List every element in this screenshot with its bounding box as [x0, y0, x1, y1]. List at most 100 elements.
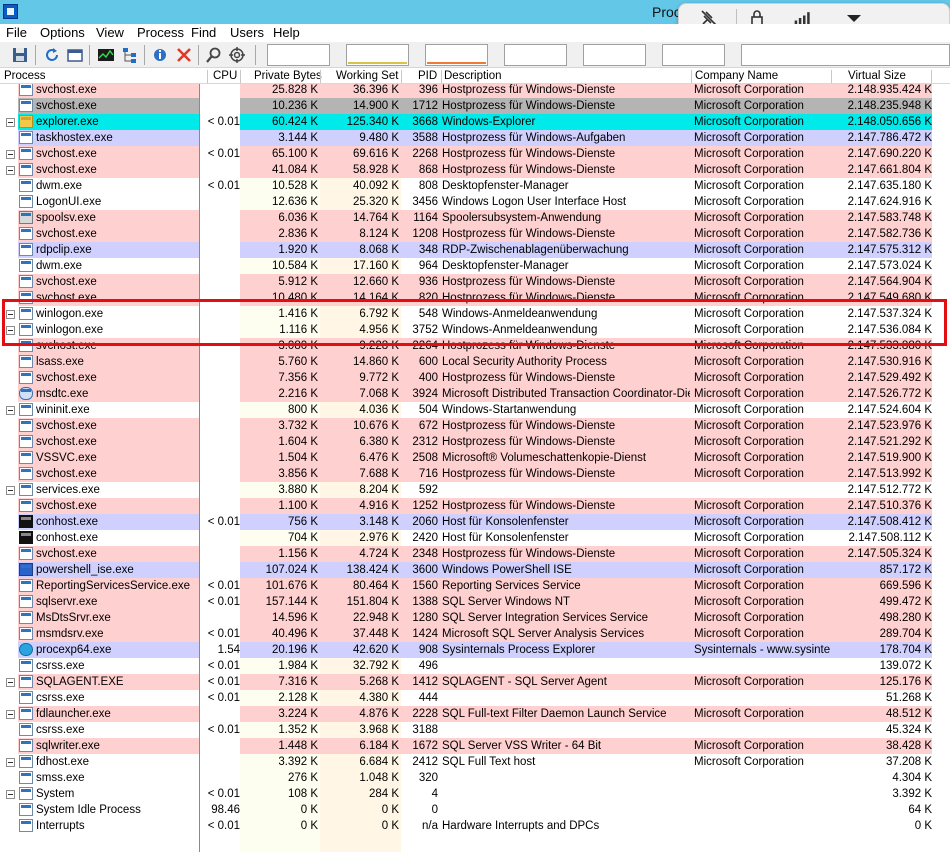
collapse-toggle-icon[interactable]	[6, 790, 15, 799]
process-icon	[19, 163, 33, 176]
collapse-toggle-icon[interactable]	[6, 118, 15, 127]
process-icon	[19, 643, 33, 656]
table-row[interactable]: services.exe 3.880 K 8.204 K 592 2.147.512.7…	[0, 482, 932, 498]
table-row[interactable]: svchost.exe 10.480 K 14.164 K 820 Hostprozes…	[0, 290, 932, 306]
process-name: conhost.exe	[36, 516, 99, 528]
io-graph[interactable]	[504, 44, 567, 66]
network-graph[interactable]	[583, 44, 646, 66]
table-row[interactable]: LogonUI.exe 12.636 K 25.320 K 3456 Windows L…	[0, 194, 932, 210]
menu-view[interactable]: View	[96, 25, 124, 40]
table-row[interactable]: taskhostex.exe 3.144 K 9.480 K 3588 Hostproz…	[0, 130, 932, 146]
table-row[interactable]: fdlauncher.exe 3.224 K 4.876 K 2228 SQL Full…	[0, 706, 932, 722]
collapse-toggle-icon[interactable]	[6, 150, 15, 159]
collapse-toggle-icon[interactable]	[6, 310, 15, 319]
table-row[interactable]: svchost.exe 1.604 K 6.380 K 2312 Hostprozess…	[0, 434, 932, 450]
table-row[interactable]: Interrupts < 0.01 0 K 0 K n/a Hardware Interr…	[0, 818, 932, 834]
collapse-toggle-icon[interactable]	[6, 326, 15, 335]
table-row[interactable]: dwm.exe < 0.01 10.528 K 40.092 K 808 Desktopf…	[0, 178, 932, 194]
table-row[interactable]: conhost.exe 704 K 2.976 K 2420 Host für Kons…	[0, 530, 932, 546]
col-working-set[interactable]: Working Set	[336, 70, 398, 82]
collapse-toggle-icon[interactable]	[6, 166, 15, 175]
table-row[interactable]: dwm.exe 10.584 K 17.160 K 964 Desktopfenster…	[0, 258, 932, 274]
vertical-scrollbar[interactable]	[932, 84, 950, 852]
save-icon[interactable]	[10, 45, 30, 65]
col-private-bytes[interactable]: Private Bytes	[254, 70, 322, 82]
table-row[interactable]: powershell_ise.exe 107.024 K 138.424 K 3600…	[0, 562, 932, 578]
pid-value: 908	[418, 644, 438, 656]
table-row[interactable]: svchost.exe 25.828 K 36.396 K 396 Hostprozes…	[0, 84, 932, 98]
menu-process[interactable]: Process	[137, 25, 184, 40]
collapse-toggle-icon[interactable]	[6, 710, 15, 719]
col-process[interactable]: Process	[4, 70, 46, 82]
col-cpu[interactable]: CPU	[213, 70, 237, 82]
process-icon	[19, 483, 33, 496]
table-row[interactable]: svchost.exe 3.856 K 7.688 K 716 Hostprozess …	[0, 466, 932, 482]
table-row[interactable]: System Idle Process 98.46 0 K 0 K 0 64 K	[0, 802, 932, 818]
table-row[interactable]: svchost.exe 1.156 K 4.724 K 2348 Hostprozess…	[0, 546, 932, 562]
table-row[interactable]: procexp64.exe 1.54 20.196 K 42.620 K 908 Sysi…	[0, 642, 932, 658]
collapse-toggle-icon[interactable]	[6, 406, 15, 415]
table-row[interactable]: csrss.exe < 0.01 1.352 K 3.968 K 3188 45.324 …	[0, 722, 932, 738]
col-pid[interactable]: PID	[418, 70, 437, 82]
disk-graph[interactable]	[662, 44, 725, 66]
table-row[interactable]: sqlservr.exe < 0.01 157.144 K 151.804 K 1388…	[0, 594, 932, 610]
col-virtual-size[interactable]: Virtual Size	[848, 70, 906, 82]
menu-users[interactable]: Users	[230, 25, 264, 40]
menu-help[interactable]: Help	[273, 25, 300, 40]
table-row[interactable]: smss.exe 276 K 1.048 K 320 4.304 K	[0, 770, 932, 786]
find-icon[interactable]	[204, 45, 224, 65]
collapse-toggle-icon[interactable]	[6, 758, 15, 767]
table-row[interactable]: svchost.exe 1.100 K 4.916 K 1252 Hostprozess…	[0, 498, 932, 514]
gpu-graph[interactable]	[741, 44, 950, 66]
table-row[interactable]: msmdsrv.exe < 0.01 40.496 K 37.448 K 1424 Mic…	[0, 626, 932, 642]
table-row[interactable]: fdhost.exe 3.392 K 6.684 K 2412 SQL Full Tex…	[0, 754, 932, 770]
table-row[interactable]: svchost.exe 5.912 K 12.660 K 936 Hostprozess…	[0, 274, 932, 290]
table-row[interactable]: wininit.exe 800 K 4.036 K 504 Windows-Starta…	[0, 402, 932, 418]
cpu-graph[interactable]	[267, 44, 330, 66]
table-row[interactable]: conhost.exe < 0.01 756 K 3.148 K 2060 Host fü…	[0, 514, 932, 530]
table-row[interactable]: svchost.exe < 0.01 65.100 K 69.616 K 2268 Hos…	[0, 146, 932, 162]
physical-memory-graph[interactable]	[425, 44, 488, 66]
table-row[interactable]: MsDtsSrvr.exe 14.596 K 22.948 K 1280 SQL Ser…	[0, 610, 932, 626]
collapse-toggle-icon[interactable]	[6, 486, 15, 495]
tree-icon[interactable]	[120, 45, 140, 65]
table-row[interactable]: msdtc.exe 2.216 K 7.068 K 3924 Microsoft Dis…	[0, 386, 932, 402]
table-row[interactable]: VSSVC.exe 1.504 K 6.476 K 2508 Microsoft® Vo…	[0, 450, 932, 466]
kill-process-icon[interactable]	[174, 45, 194, 65]
col-company[interactable]: Company Name	[695, 70, 778, 82]
table-row[interactable]: svchost.exe 7.356 K 9.772 K 400 Hostprozess …	[0, 370, 932, 386]
table-row[interactable]: winlogon.exe 1.116 K 4.956 K 3752 Windows-An…	[0, 322, 932, 338]
properties-icon[interactable]	[151, 45, 171, 65]
table-row[interactable]: csrss.exe < 0.01 1.984 K 32.792 K 496 139.072…	[0, 658, 932, 674]
table-row[interactable]: svchost.exe 3.732 K 10.676 K 672 Hostprozess…	[0, 418, 932, 434]
table-row[interactable]: explorer.exe < 0.01 60.424 K 125.340 K 3668 W…	[0, 114, 932, 130]
system-info-icon[interactable]	[96, 45, 116, 65]
target-icon[interactable]	[227, 45, 247, 65]
table-row[interactable]: sqlwriter.exe 1.448 K 6.184 K 1672 SQL Serve…	[0, 738, 932, 754]
process-name: svchost.exe	[36, 372, 97, 384]
table-row[interactable]: ReportingServicesService.exe < 0.01 101.67…	[0, 578, 932, 594]
menu-find[interactable]: Find	[191, 25, 216, 40]
table-row[interactable]: rdpclip.exe 1.920 K 8.068 K 348 RDP-Zwischen…	[0, 242, 932, 258]
table-row[interactable]: System < 0.01 108 K 284 K 4 3.392 K	[0, 786, 932, 802]
process-name: fdhost.exe	[36, 756, 90, 768]
menu-options[interactable]: Options	[40, 25, 85, 40]
table-row[interactable]: svchost.exe 41.084 K 58.928 K 868 Hostprozes…	[0, 162, 932, 178]
table-row[interactable]: svchost.exe 10.236 K 14.900 K 1712 Hostproze…	[0, 98, 932, 114]
table-row[interactable]: lsass.exe 5.760 K 14.860 K 600 Local Securit…	[0, 354, 932, 370]
col-description[interactable]: Description	[444, 70, 502, 82]
table-row[interactable]: svchost.exe 2.836 K 8.124 K 1208 Hostprozess…	[0, 226, 932, 242]
table-row[interactable]: spoolsv.exe 6.036 K 14.764 K 1164 Spoolersub…	[0, 210, 932, 226]
collapse-toggle-icon[interactable]	[6, 678, 15, 687]
window-icon[interactable]	[65, 45, 85, 65]
table-row[interactable]: winlogon.exe 1.416 K 6.792 K 548 Windows-Anm…	[0, 306, 932, 322]
table-row[interactable]: csrss.exe < 0.01 2.128 K 4.380 K 444 51.268 K	[0, 690, 932, 706]
menu-file[interactable]: File	[6, 25, 27, 40]
refresh-icon[interactable]	[42, 45, 62, 65]
commit-graph[interactable]	[346, 44, 409, 66]
process-icon	[19, 803, 33, 816]
table-row[interactable]: SQLAGENT.EXE < 0.01 7.316 K 5.268 K 1412 SQLA…	[0, 674, 932, 690]
table-row[interactable]: svchost.exe 3.080 K 9.228 K 2264 Hostprozess…	[0, 338, 932, 354]
toolbar-separator	[144, 45, 145, 65]
private-bytes-value: 1.416 K	[278, 308, 318, 320]
